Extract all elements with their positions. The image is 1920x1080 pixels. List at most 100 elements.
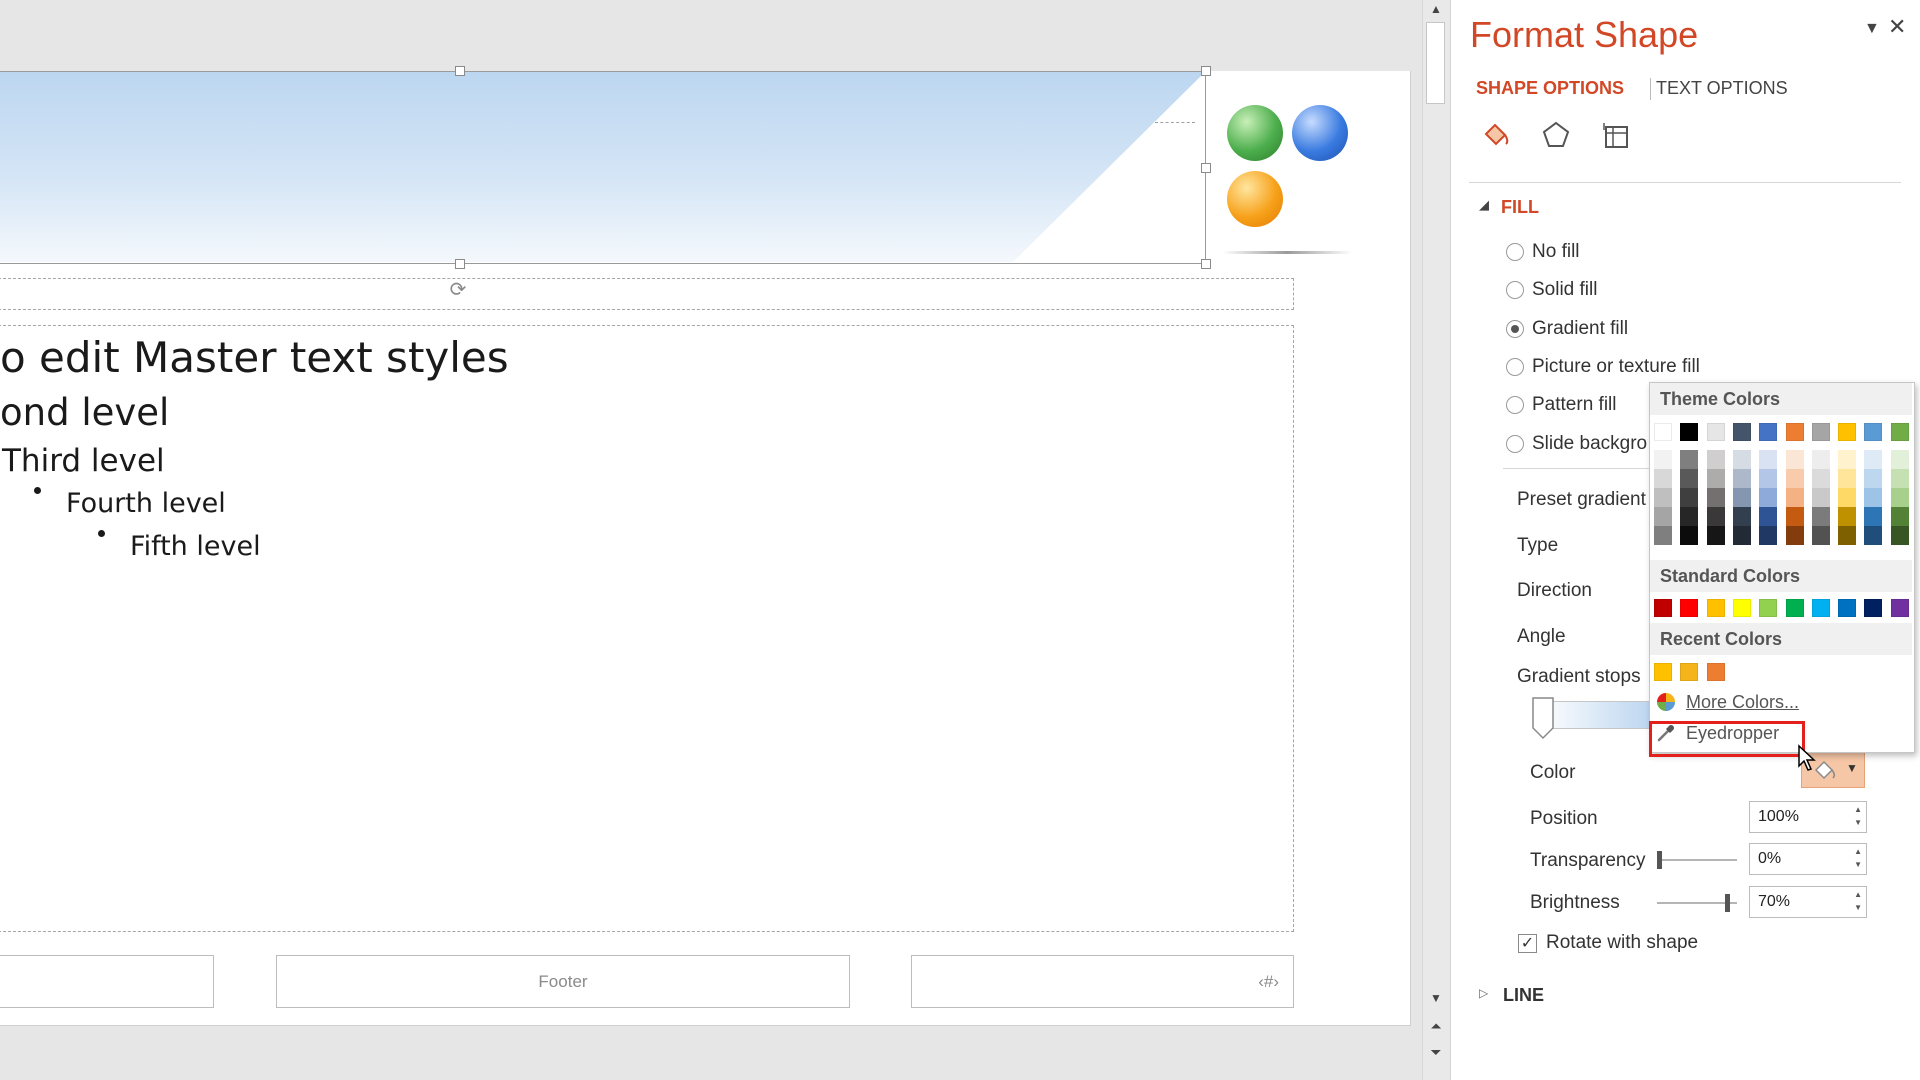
recent-color-swatch[interactable] (1654, 663, 1672, 681)
theme-shade-swatch[interactable] (1785, 450, 1804, 469)
theme-color-swatch[interactable] (1680, 423, 1699, 441)
radio-label-picture-fill[interactable]: Picture or texture fill (1532, 356, 1700, 378)
radio-label-no-fill[interactable]: No fill (1532, 241, 1580, 263)
theme-shade-swatch[interactable] (1864, 488, 1883, 507)
radio-label-solid-fill[interactable]: Solid fill (1532, 279, 1597, 301)
theme-shade-swatch[interactable] (1811, 450, 1830, 469)
resize-handle-bottom[interactable] (455, 259, 465, 269)
theme-color-swatch[interactable] (1759, 423, 1778, 441)
scrollbar-thumb[interactable] (1426, 22, 1445, 104)
effects-pentagon-icon[interactable] (1541, 120, 1571, 150)
theme-shade-swatch[interactable] (1811, 507, 1830, 526)
theme-shade-swatch[interactable] (1838, 507, 1857, 526)
theme-shade-swatch[interactable] (1706, 450, 1725, 469)
theme-shade-swatch[interactable] (1838, 450, 1857, 469)
title-placeholder[interactable] (0, 278, 1294, 310)
radio-label-pattern-fill[interactable]: Pattern fill (1532, 394, 1616, 416)
theme-color-swatch[interactable] (1654, 423, 1672, 441)
radio-picture-fill[interactable] (1506, 358, 1524, 376)
previous-slide-icon[interactable]: ⏶ (1423, 1018, 1449, 1035)
theme-shade-swatch[interactable] (1732, 507, 1751, 526)
slide-canvas[interactable]: ⟳ o edit Master text styles ond level Th… (0, 66, 1411, 1026)
close-icon[interactable]: ✕ (1888, 14, 1906, 40)
theme-shade-swatch[interactable] (1811, 488, 1830, 507)
resize-handle-bottom-right[interactable] (1201, 259, 1211, 269)
theme-shade-swatch[interactable] (1680, 450, 1699, 469)
date-placeholder[interactable] (0, 955, 214, 1008)
theme-shade-swatch[interactable] (1811, 469, 1830, 488)
theme-shade-swatch[interactable] (1654, 526, 1672, 545)
theme-shade-swatch[interactable] (1838, 469, 1857, 488)
more-colors-menu-item[interactable]: More Colors... (1652, 688, 1910, 716)
next-slide-icon[interactable]: ⏷ (1423, 1044, 1449, 1061)
line-section-title[interactable]: LINE (1503, 985, 1544, 1006)
scroll-up-icon[interactable]: ▲ (1423, 2, 1449, 16)
theme-shade-swatch[interactable] (1811, 526, 1830, 545)
theme-shade-swatch[interactable] (1890, 469, 1909, 488)
theme-shade-swatch[interactable] (1680, 507, 1699, 526)
tab-shape-options[interactable]: SHAPE OPTIONS (1476, 78, 1624, 99)
theme-shade-swatch[interactable] (1654, 450, 1672, 469)
transparency-spinner[interactable]: 0% ▲ ▼ (1749, 843, 1867, 875)
theme-shade-swatch[interactable] (1732, 450, 1751, 469)
recent-color-swatch[interactable] (1680, 663, 1699, 681)
gradient-stop-marker-icon[interactable] (1531, 696, 1555, 740)
chevron-down-icon[interactable]: ▼ (1846, 761, 1858, 775)
spinner-arrows-icon[interactable]: ▲ ▼ (1854, 888, 1862, 914)
theme-shade-swatch[interactable] (1680, 469, 1699, 488)
scroll-down-icon[interactable]: ▼ (1423, 991, 1449, 1005)
rotate-with-shape-label[interactable]: Rotate with shape (1546, 932, 1698, 954)
theme-shade-swatch[interactable] (1759, 526, 1778, 545)
theme-shade-swatch[interactable] (1838, 488, 1857, 507)
radio-label-gradient-fill[interactable]: Gradient fill (1532, 318, 1628, 340)
bullet-level-1[interactable]: o edit Master text styles (0, 333, 509, 382)
theme-shade-swatch[interactable] (1759, 507, 1778, 526)
transparency-slider[interactable] (1657, 851, 1737, 869)
theme-color-swatch[interactable] (1732, 423, 1751, 441)
brightness-slider-knob[interactable] (1725, 894, 1730, 912)
theme-shade-swatch[interactable] (1706, 469, 1725, 488)
theme-shade-swatch[interactable] (1864, 450, 1883, 469)
fill-line-icon[interactable] (1481, 120, 1511, 150)
standard-color-swatch[interactable] (1811, 599, 1830, 617)
radio-slide-background-fill[interactable] (1506, 435, 1524, 453)
bullet-level-3[interactable]: Third level (2, 443, 165, 479)
theme-shade-swatch[interactable] (1890, 526, 1909, 545)
bullet-level-5[interactable]: Fifth level (130, 531, 261, 562)
brightness-spinner[interactable]: 70% ▲ ▼ (1749, 886, 1867, 918)
theme-shade-swatch[interactable] (1706, 507, 1725, 526)
theme-color-swatch[interactable] (1838, 423, 1857, 441)
theme-shade-swatch[interactable] (1759, 469, 1778, 488)
collapse-triangle-icon[interactable]: ◢ (1479, 197, 1489, 213)
spinner-arrows-icon[interactable]: ▲ ▼ (1854, 845, 1862, 871)
theme-shade-swatch[interactable] (1785, 488, 1804, 507)
standard-color-swatch[interactable] (1680, 599, 1699, 617)
bullet-level-4[interactable]: Fourth level (66, 488, 226, 519)
resize-handle-right[interactable] (1201, 163, 1211, 173)
radio-no-fill[interactable] (1506, 243, 1524, 261)
theme-shade-swatch[interactable] (1732, 469, 1751, 488)
theme-shade-swatch[interactable] (1890, 488, 1909, 507)
radio-solid-fill[interactable] (1506, 281, 1524, 299)
bullet-level-2[interactable]: ond level (0, 391, 169, 434)
recent-color-swatch[interactable] (1706, 663, 1725, 681)
theme-shade-swatch[interactable] (1706, 526, 1725, 545)
position-spinner[interactable]: 100% ▲ ▼ (1749, 801, 1867, 833)
theme-color-swatch[interactable] (1890, 423, 1909, 441)
standard-color-swatch[interactable] (1838, 599, 1857, 617)
radio-gradient-fill[interactable] (1506, 320, 1524, 338)
standard-color-swatch[interactable] (1785, 599, 1804, 617)
standard-color-swatch[interactable] (1732, 599, 1751, 617)
slide-number-placeholder[interactable]: ‹#› (911, 955, 1294, 1008)
resize-handle-top-right[interactable] (1201, 66, 1211, 76)
theme-color-swatch[interactable] (1706, 423, 1725, 441)
resize-handle-top[interactable] (455, 66, 465, 76)
theme-shade-swatch[interactable] (1732, 488, 1751, 507)
size-properties-icon[interactable] (1601, 120, 1631, 150)
theme-shade-swatch[interactable] (1838, 526, 1857, 545)
theme-shade-swatch[interactable] (1654, 488, 1672, 507)
standard-color-swatch[interactable] (1759, 599, 1778, 617)
theme-shade-swatch[interactable] (1890, 507, 1909, 526)
theme-shade-swatch[interactable] (1890, 450, 1909, 469)
pane-options-dropdown-icon[interactable]: ▼ (1864, 20, 1880, 38)
